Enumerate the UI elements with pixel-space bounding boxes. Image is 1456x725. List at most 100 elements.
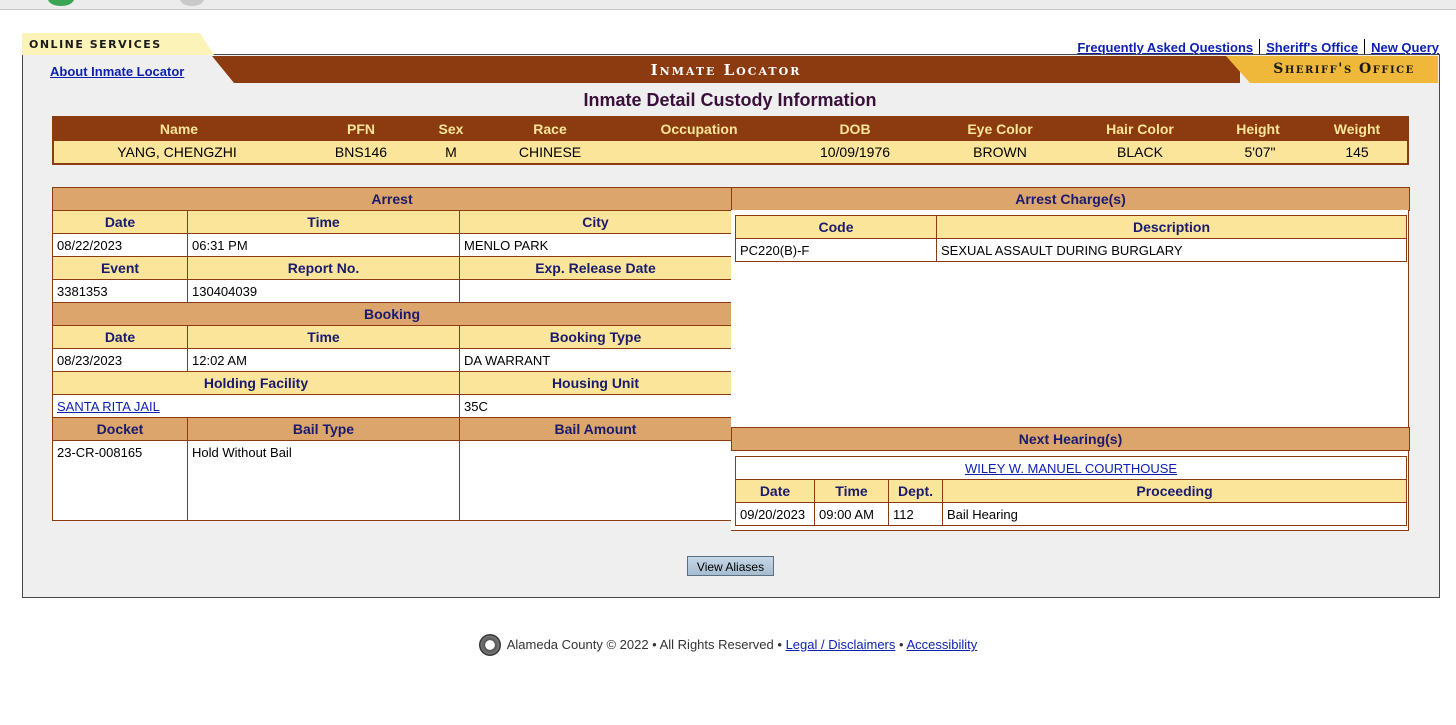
booking-type: DA WARRANT xyxy=(459,348,732,372)
arrest-date-header: Date xyxy=(52,210,188,234)
footer-bullet: • xyxy=(899,637,904,652)
holding-facility-header: Holding Facility xyxy=(52,371,460,395)
charge-code: PC220(B)-F xyxy=(735,238,937,262)
browser-indicator-icon-2 xyxy=(180,0,204,6)
holding-facility-cell: SANTA RITA JAIL xyxy=(52,394,460,418)
table-row: PC220(B)-F SEXUAL ASSAULT DURING BURGLAR… xyxy=(735,238,1407,262)
booking-time-header: Time xyxy=(187,325,460,349)
sheriffs-office-link[interactable]: Sheriff's Office xyxy=(1266,40,1358,55)
bail-type-header: Bail Type xyxy=(187,417,460,441)
docket-value: 23-CR-008165 xyxy=(52,440,188,521)
arrest-charges-section-header: Arrest Charge(s) xyxy=(731,187,1410,211)
sheriffs-office-tab: Sheriff's Office xyxy=(1226,56,1438,83)
summary-dob: 10/09/1976 xyxy=(819,144,891,160)
summary-eye-color: BROWN xyxy=(973,144,1027,160)
hearing-dept-header: Dept. xyxy=(888,479,943,503)
legal-disclaimers-link[interactable]: Legal / Disclaimers xyxy=(786,637,896,652)
banner-title: Inmate Locator xyxy=(650,61,802,79)
summary-header-hair-color: Hair Color xyxy=(1106,121,1174,137)
next-hearings-header-table: Next Hearing(s) xyxy=(731,427,1410,451)
summary-header-eye-color: Eye Color xyxy=(967,121,1033,137)
booking-time: 12:02 AM xyxy=(187,348,460,372)
footer: Alameda County © 2022 • All Rights Reser… xyxy=(0,634,1456,656)
summary-race: CHINESE xyxy=(518,144,582,160)
view-aliases-button[interactable]: View Aliases xyxy=(687,556,774,576)
bail-amount-header: Bail Amount xyxy=(459,417,732,441)
summary-value-row: YANG, CHENGZHI BNS146 M CHINESE 10/09/19… xyxy=(54,141,1407,163)
hearing-date: 09/20/2023 xyxy=(735,502,815,526)
housing-unit-value: 35C xyxy=(459,394,732,418)
summary-height: 5'07" xyxy=(1244,144,1276,160)
summary-hair-color: BLACK xyxy=(1117,144,1163,160)
link-separator xyxy=(1364,39,1366,54)
top-links: Frequently Asked Questions Sheriff's Offi… xyxy=(1077,39,1439,55)
sheriff-tab-label: Sheriff's Office xyxy=(1273,61,1415,77)
courthouse-link[interactable]: WILEY W. MANUEL COURTHOUSE xyxy=(965,461,1177,476)
summary-header-height: Height xyxy=(1236,121,1280,137)
arrest-time-header: Time xyxy=(187,210,460,234)
hearing-time-header: Time xyxy=(814,479,889,503)
arrest-booking-table: Arrest Date Time City 08/22/2023 06:31 P… xyxy=(52,187,732,521)
summary-header-dob: DOB xyxy=(839,121,871,137)
new-query-link[interactable]: New Query xyxy=(1371,40,1439,55)
summary-header-occupation: Occupation xyxy=(660,121,738,137)
page-title: Inmate Detail Custody Information xyxy=(583,90,877,110)
about-inmate-locator-link[interactable]: About Inmate Locator xyxy=(50,64,184,79)
holding-facility-link[interactable]: SANTA RITA JAIL xyxy=(57,399,160,414)
county-seal-icon xyxy=(478,634,501,656)
hearing-dept: 112 xyxy=(888,502,943,526)
booking-type-header: Booking Type xyxy=(459,325,732,349)
booking-section-header: Booking xyxy=(52,302,732,326)
charge-code-header: Code xyxy=(735,215,937,239)
inmate-locator-banner: Inmate Locator xyxy=(212,56,1240,83)
docket-header: Docket xyxy=(52,417,188,441)
event-header: Event xyxy=(52,256,188,280)
arrest-charges-table: Code Description PC220(B)-F SEXUAL ASSAU… xyxy=(735,215,1407,262)
arrest-city: MENLO PARK xyxy=(459,233,732,257)
summary-sex: M xyxy=(445,144,457,160)
report-no-header: Report No. xyxy=(187,256,460,280)
charge-description: SEXUAL ASSAULT DURING BURGLARY xyxy=(936,238,1407,262)
courthouse-cell: WILEY W. MANUEL COURTHOUSE xyxy=(734,456,1408,480)
report-no-value: 130404039 xyxy=(187,279,460,303)
exp-release-date-header: Exp. Release Date xyxy=(459,256,732,280)
summary-name: YANG, CHENGZHI xyxy=(117,144,237,160)
event-value: 3381353 xyxy=(52,279,188,303)
hearing-date-header: Date xyxy=(735,479,815,503)
summary-header-row: Name PFN Sex Race Occupation DOB Eye Col… xyxy=(54,118,1407,141)
arrest-date: 08/22/2023 xyxy=(52,233,188,257)
hearing-proceeding: Bail Hearing xyxy=(941,502,1408,526)
bail-type-value: Hold Without Bail xyxy=(187,440,460,521)
next-hearings-section-header: Next Hearing(s) xyxy=(731,427,1410,451)
online-services-tab[interactable]: ONLINE SERVICES xyxy=(22,33,214,55)
arrest-time: 06:31 PM xyxy=(187,233,460,257)
browser-top-strip xyxy=(0,0,1456,10)
online-services-label: ONLINE SERVICES xyxy=(29,38,162,51)
hearing-time: 09:00 AM xyxy=(814,502,889,526)
housing-unit-header: Housing Unit xyxy=(459,371,732,395)
summary-header-name: Name xyxy=(159,121,199,137)
charge-description-header: Description xyxy=(936,215,1407,239)
footer-copyright: Alameda County © 2022 • All Rights Reser… xyxy=(506,637,782,652)
booking-date: 08/23/2023 xyxy=(52,348,188,372)
arrest-city-header: City xyxy=(459,210,732,234)
summary-weight: 145 xyxy=(1345,144,1369,160)
inmate-summary-table: Name PFN Sex Race Occupation DOB Eye Col… xyxy=(52,116,1409,165)
summary-header-sex: Sex xyxy=(438,121,464,137)
summary-header-race: Race xyxy=(533,121,567,137)
booking-date-header: Date xyxy=(52,325,188,349)
bail-amount-value xyxy=(459,440,732,521)
hearing-proceeding-header: Proceeding xyxy=(941,479,1408,503)
summary-pfn: BNS146 xyxy=(334,144,388,160)
next-hearings-table: WILEY W. MANUEL COURTHOUSE Date Time Dep… xyxy=(734,456,1408,526)
arrest-charges-header-table: Arrest Charge(s) xyxy=(731,187,1410,211)
exp-release-date-value xyxy=(459,279,732,303)
summary-header-weight: Weight xyxy=(1333,121,1381,137)
faq-link[interactable]: Frequently Asked Questions xyxy=(1077,40,1253,55)
accessibility-link[interactable]: Accessibility xyxy=(906,637,977,652)
summary-header-pfn: PFN xyxy=(347,121,375,137)
arrest-section-header: Arrest xyxy=(52,187,732,211)
link-separator xyxy=(1259,39,1261,54)
table-row: 09/20/2023 09:00 AM 112 Bail Hearing xyxy=(735,502,1408,526)
browser-indicator-icon xyxy=(48,0,74,6)
